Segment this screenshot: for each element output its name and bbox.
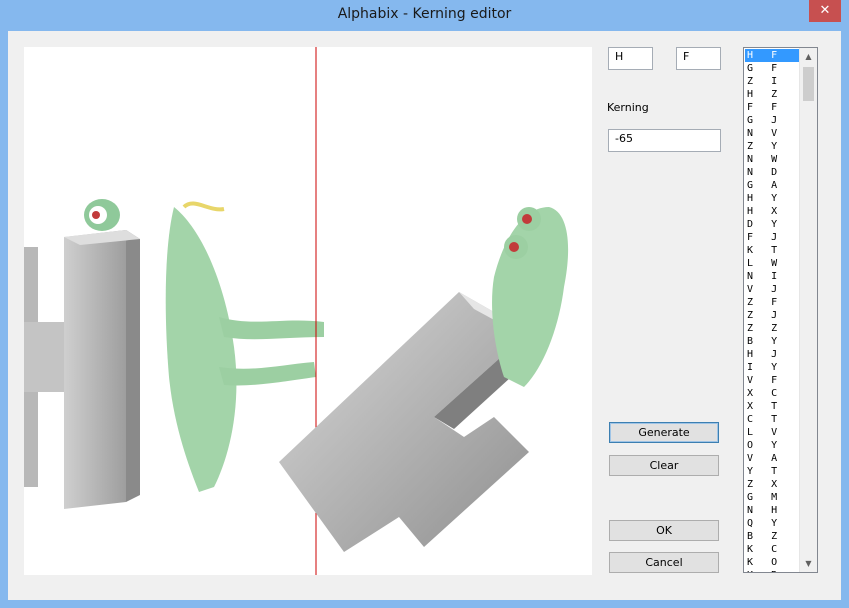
pair-list-item[interactable]: Q Y — [745, 517, 800, 530]
generate-button[interactable]: Generate — [609, 422, 719, 443]
pair-list-item[interactable]: X C — [745, 387, 800, 400]
pair-list-item[interactable]: B Y — [745, 335, 800, 348]
pair-list-item[interactable]: O Y — [745, 439, 800, 452]
left-character-input[interactable]: H — [608, 47, 653, 70]
right-character-input[interactable]: F — [676, 47, 721, 70]
pair-list-item[interactable]: H Y — [745, 192, 800, 205]
kerning-label: Kerning — [607, 101, 649, 114]
pair-list-item[interactable]: F J — [745, 231, 800, 244]
pair-list-item[interactable]: N H — [745, 504, 800, 517]
pair-list-item[interactable]: X T — [745, 400, 800, 413]
pair-list-item[interactable]: N I — [745, 270, 800, 283]
pair-list-item[interactable]: V J — [745, 283, 800, 296]
pair-list-item[interactable]: D Y — [745, 218, 800, 231]
pair-list-item[interactable]: H X — [745, 205, 800, 218]
pair-list-item[interactable]: Z I — [745, 75, 800, 88]
pair-list-item[interactable]: Z Z — [745, 322, 800, 335]
pair-list-item[interactable]: G F — [745, 62, 800, 75]
pair-list-item[interactable]: V A — [745, 452, 800, 465]
pair-list-item[interactable]: H Z — [745, 88, 800, 101]
two-headed-alien — [492, 207, 569, 387]
pair-list-item[interactable]: K C — [745, 543, 800, 556]
pair-list-item[interactable]: G J — [745, 114, 800, 127]
pair-list-item[interactable]: Z Y — [745, 140, 800, 153]
kerning-pairs-list[interactable]: H FG FZ IH ZF FG JN VZ YN WN DG AH YH XD… — [743, 47, 818, 573]
pair-list-item[interactable]: L W — [745, 257, 800, 270]
kerning-preview-canvas[interactable] — [24, 47, 592, 575]
cancel-button[interactable]: Cancel — [609, 552, 719, 573]
eye-creature — [84, 199, 120, 231]
letter-h-shape — [24, 230, 140, 509]
pair-list-item[interactable]: G M — [745, 491, 800, 504]
window-title: Alphabix - Kerning editor — [337, 6, 512, 22]
ok-button[interactable]: OK — [609, 520, 719, 541]
pair-list-item[interactable]: K O — [745, 556, 800, 569]
close-button[interactable]: ✕ — [809, 0, 841, 22]
kerning-editor-window: Alphabix - Kerning editor ✕ H F Kerning … — [0, 0, 849, 608]
close-icon: ✕ — [819, 3, 831, 18]
list-scrollbar[interactable]: ▲ ▼ — [799, 48, 817, 572]
pair-list-item[interactable]: N W — [745, 153, 800, 166]
scroll-up-icon[interactable]: ▲ — [800, 48, 817, 65]
pair-list-item[interactable]: C T — [745, 413, 800, 426]
pair-list-item[interactable]: K T — [745, 244, 800, 257]
pair-list-item[interactable]: Z X — [745, 478, 800, 491]
scroll-thumb[interactable] — [803, 67, 814, 101]
title-bar[interactable]: Alphabix - Kerning editor ✕ — [0, 0, 849, 31]
dialog-client-area: H F Kerning -65 Generate Clear OK Cancel… — [8, 31, 841, 600]
pair-list-item[interactable]: N V — [745, 127, 800, 140]
pairs-list-rows: H FG FZ IH ZF FG JN VZ YN WN DG AH YH XD… — [745, 49, 800, 572]
pair-list-item[interactable]: V F — [745, 374, 800, 387]
pair-list-item[interactable]: Z J — [745, 309, 800, 322]
kerning-value-input[interactable]: -65 — [608, 129, 721, 152]
pair-list-item[interactable]: N D — [745, 166, 800, 179]
pair-list-item[interactable]: H F — [745, 49, 800, 62]
pair-list-item[interactable]: F F — [745, 101, 800, 114]
kerning-preview-illustration — [24, 47, 569, 575]
pair-list-item[interactable]: Y T — [745, 465, 800, 478]
clear-button[interactable]: Clear — [609, 455, 719, 476]
pair-list-item[interactable]: Z F — [745, 296, 800, 309]
pair-list-item[interactable]: H J — [745, 348, 800, 361]
pair-list-item[interactable]: L V — [745, 426, 800, 439]
pair-list-item[interactable]: B Z — [745, 530, 800, 543]
pair-list-item[interactable]: I Y — [745, 361, 800, 374]
pair-list-item[interactable]: K R — [745, 569, 800, 572]
scroll-down-icon[interactable]: ▼ — [800, 555, 817, 572]
pair-list-item[interactable]: G A — [745, 179, 800, 192]
